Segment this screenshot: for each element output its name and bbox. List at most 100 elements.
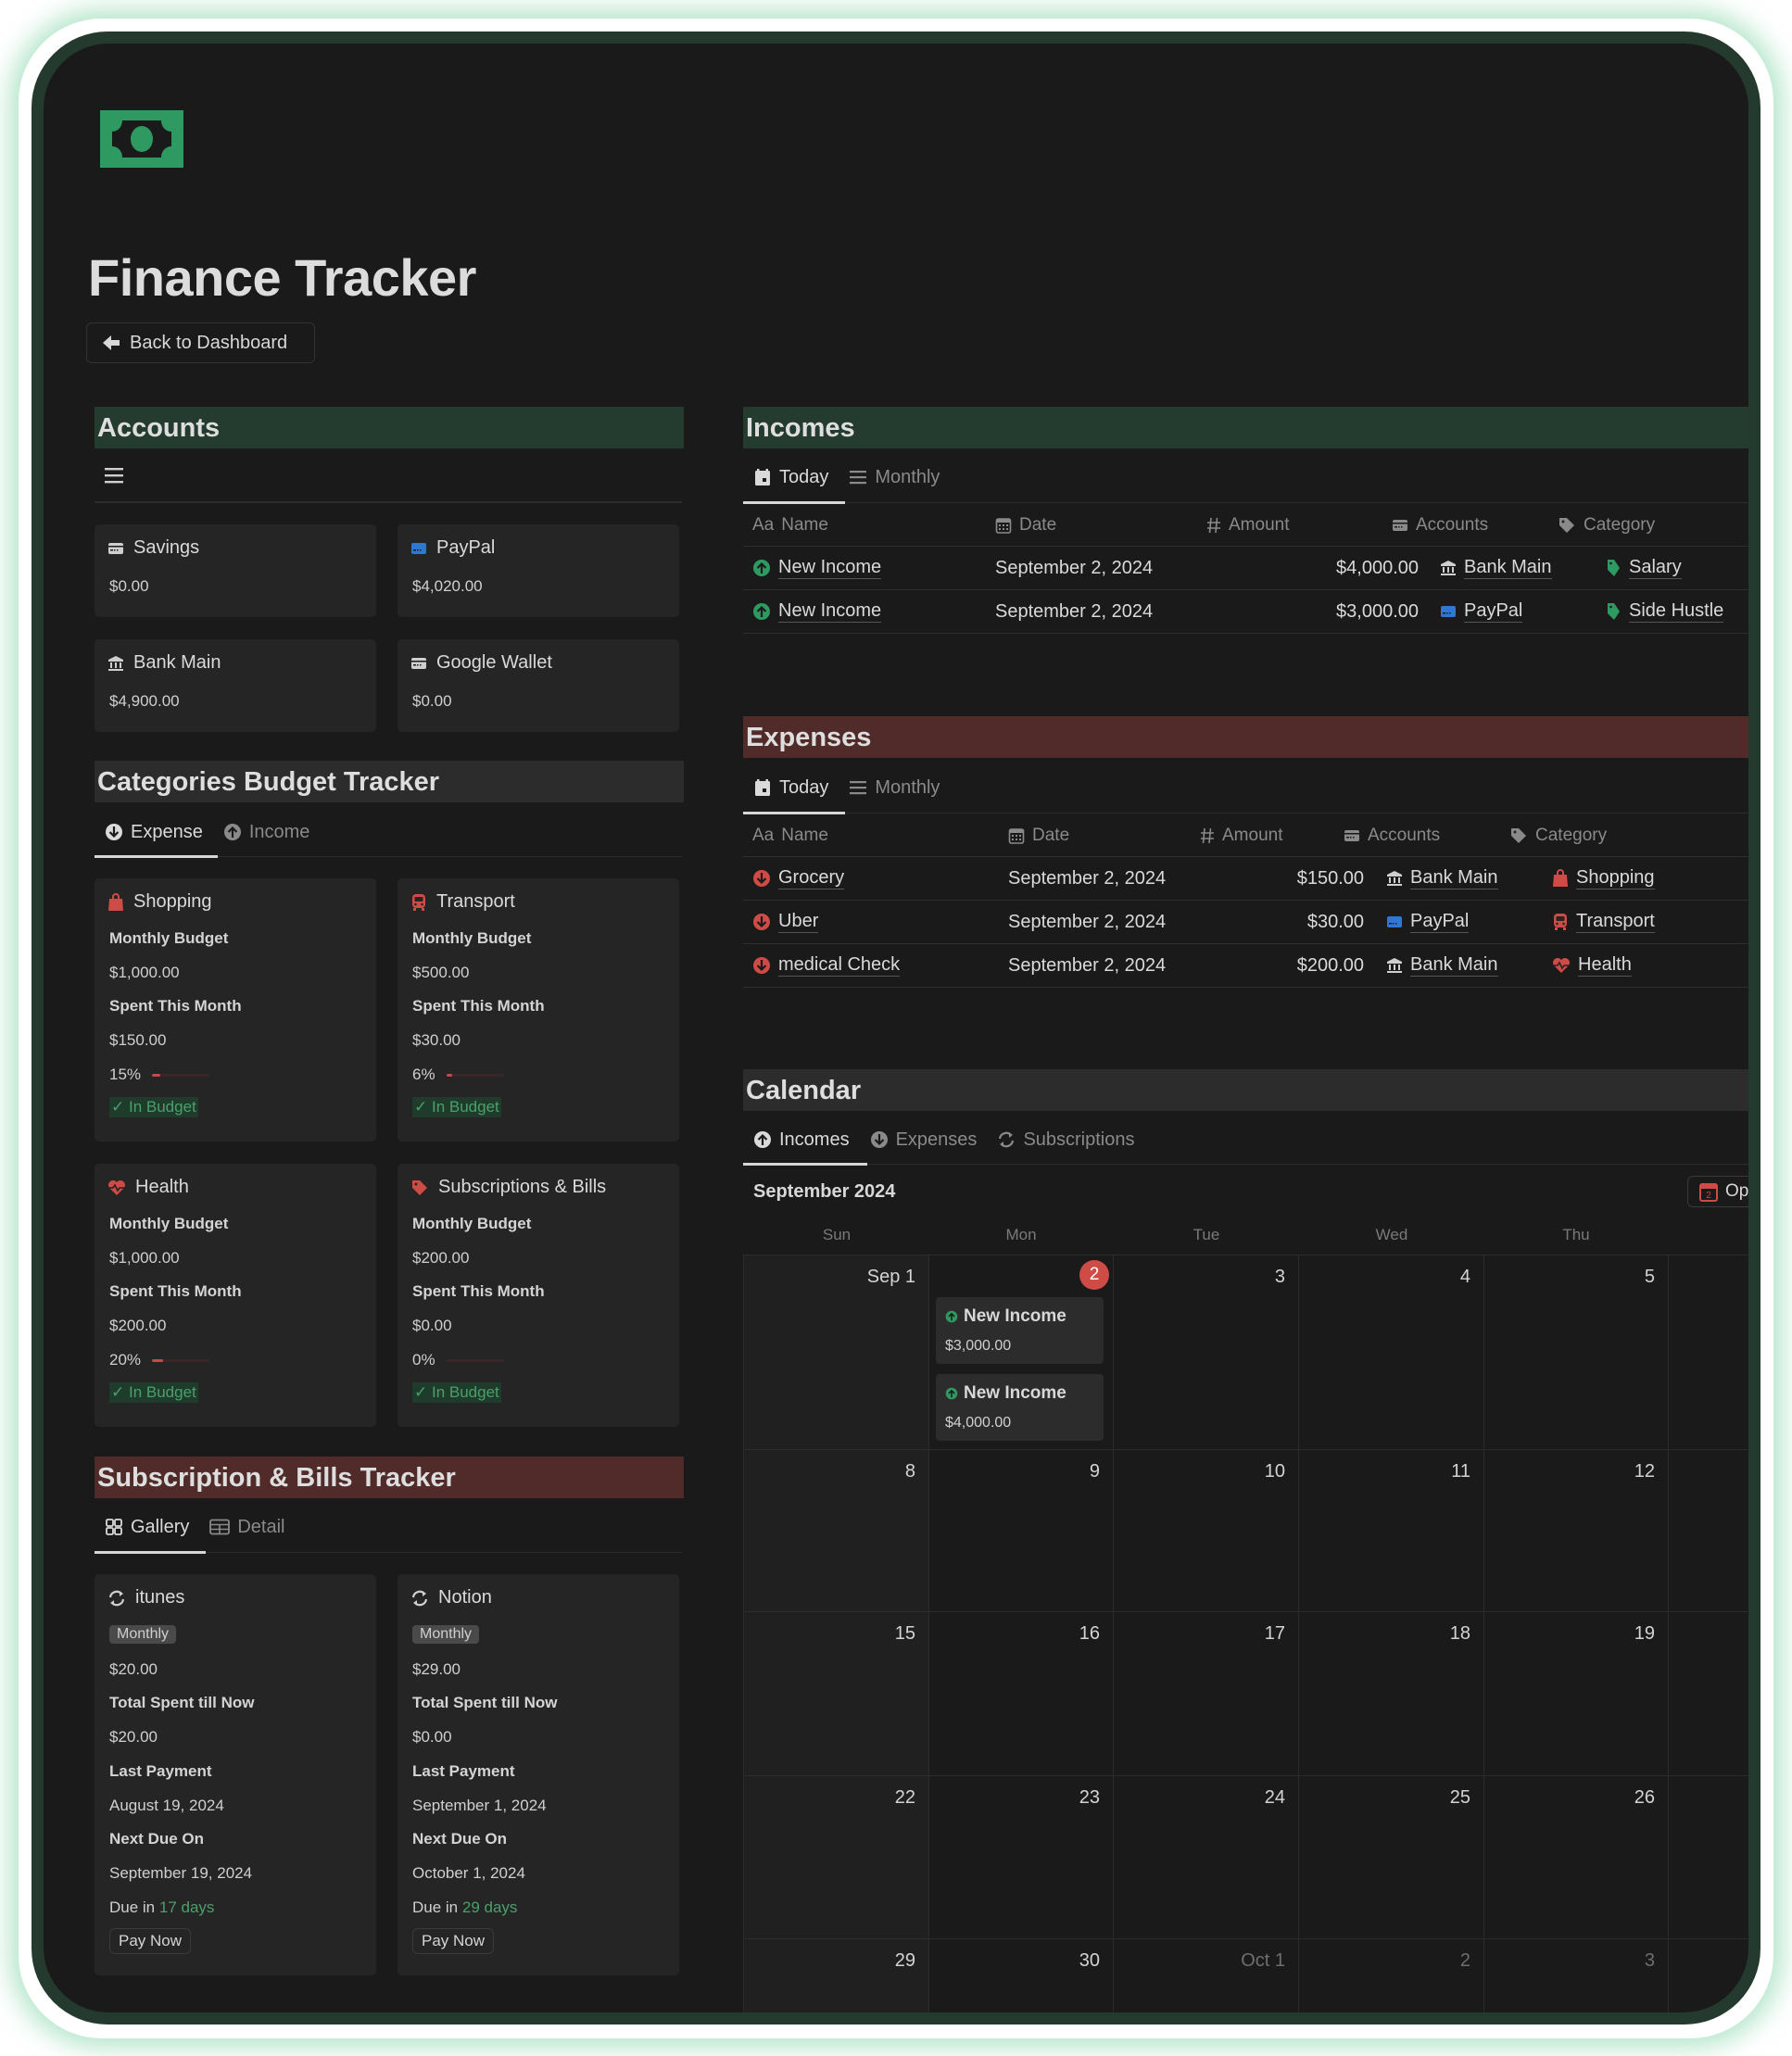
column-header-date[interactable]: Date <box>1008 814 1069 857</box>
calendar-day-cell[interactable]: 19 <box>1483 1612 1669 1776</box>
table-row[interactable]: Uber September 2, 2024 $30.00 PayPal Transpo… <box>743 901 1748 944</box>
expense-tab-monthly[interactable]: Monthly <box>849 777 940 799</box>
name-cell[interactable]: medical Check <box>752 944 901 987</box>
account-card[interactable]: Bank Main $4,900.00 <box>95 639 376 732</box>
account-cell[interactable]: Bank Main <box>1386 857 1498 900</box>
budget-tab-expense[interactable]: Expense <box>105 822 203 843</box>
calendar-day-cell[interactable]: Oct 1 <box>1114 1939 1299 2012</box>
calendar-tab-incomes[interactable]: Incomes <box>753 1129 850 1151</box>
table-row[interactable]: New Income September 2, 2024 $3,000.00 PayP… <box>743 590 1748 634</box>
calendar-day-cell[interactable]: 22 <box>744 1776 929 1939</box>
subscription-tab-detail[interactable]: Detail <box>209 1517 285 1538</box>
column-header-name[interactable]: Aa Name <box>752 814 828 857</box>
account-link[interactable]: Bank Main <box>1410 867 1498 889</box>
calendar-day-cell[interactable]: 23 <box>928 1776 1114 1939</box>
category-link[interactable]: Health <box>1578 954 1632 977</box>
budget-tab-income[interactable]: Income <box>223 822 309 843</box>
calendar-day-cell[interactable]: 24 <box>1114 1776 1299 1939</box>
calendar-day-cell[interactable]: 15 <box>744 1612 929 1776</box>
column-header-accounts[interactable]: Accounts <box>1392 504 1488 547</box>
calendar-day-cell[interactable]: 3 <box>1114 1255 1299 1450</box>
column-header-name[interactable]: Aa Name <box>752 504 828 547</box>
calendar-tab-expenses[interactable]: Expenses <box>870 1129 977 1151</box>
calendar-day-cell[interactable]: 9 <box>928 1450 1114 1612</box>
calendar-day-cell[interactable] <box>1669 1255 1748 1450</box>
calendar-day-cell[interactable]: 12 <box>1483 1450 1669 1612</box>
calendar-day-cell[interactable]: 2 New Income $3,000.00 New Income $4,000.00 <box>928 1255 1114 1450</box>
category-cell[interactable]: Health <box>1552 944 1632 987</box>
calendar-day-cell[interactable]: 8 <box>744 1450 929 1612</box>
category-cell[interactable]: Salary <box>1605 547 1682 589</box>
calendar-day-cell[interactable]: 2 <box>1299 1939 1484 2012</box>
calendar-day-cell[interactable]: Sep 1 <box>744 1255 929 1450</box>
calendar-event[interactable]: New Income $4,000.00 <box>936 1374 1104 1441</box>
calendar-day-cell[interactable]: 30 <box>928 1939 1114 2012</box>
calendar-day-cell[interactable]: 29 <box>744 1939 929 2012</box>
calendar-day-cell[interactable] <box>1669 1612 1748 1776</box>
calendar-day-cell[interactable] <box>1669 1776 1748 1939</box>
calendar-day-cell[interactable]: 18 <box>1299 1612 1484 1776</box>
account-card[interactable]: PayPal $4,020.00 <box>398 524 679 617</box>
account-cell[interactable]: PayPal <box>1440 590 1523 633</box>
column-header-date[interactable]: Date <box>995 504 1056 547</box>
category-cell[interactable]: Side Hustle <box>1605 590 1724 633</box>
pay-now-button[interactable]: Pay Now <box>412 1928 495 1954</box>
account-link[interactable]: PayPal <box>1410 911 1470 933</box>
category-link[interactable]: Transport <box>1576 911 1655 933</box>
column-header-amount[interactable]: Amount <box>1206 504 1289 547</box>
account-link[interactable]: Bank Main <box>1410 954 1498 977</box>
day-number: 16 <box>1079 1623 1100 1644</box>
subscription-card[interactable]: Notion Monthly $29.00 Total Spent till Now $… <box>398 1574 679 1975</box>
calendar-day-cell[interactable]: 5 <box>1483 1255 1669 1450</box>
list-view-button[interactable] <box>105 466 125 485</box>
calendar-day-cell[interactable]: 4 <box>1299 1255 1484 1450</box>
calendar-day-cell[interactable]: 25 <box>1299 1776 1484 1939</box>
budget-card[interactable]: Health Monthly Budget $1,000.00 Spent This … <box>95 1164 376 1427</box>
account-link[interactable]: PayPal <box>1464 600 1523 623</box>
table-row[interactable]: New Income September 2, 2024 $4,000.00 Bank… <box>743 547 1748 590</box>
column-header-amount[interactable]: Amount <box>1200 814 1282 857</box>
income-tab-today[interactable]: Today <box>753 467 828 488</box>
account-card[interactable]: Savings $0.00 <box>95 524 376 617</box>
calendar-day-cell[interactable] <box>1669 1939 1748 2012</box>
account-cell[interactable]: PayPal <box>1386 901 1470 943</box>
name-cell[interactable]: Grocery <box>752 857 845 900</box>
category-link[interactable]: Salary <box>1629 557 1682 579</box>
column-header-category[interactable]: Category <box>1558 504 1655 547</box>
column-header-accounts[interactable]: Accounts <box>1344 814 1440 857</box>
calendar-day-cell[interactable]: 17 <box>1114 1612 1299 1776</box>
category-link[interactable]: Side Hustle <box>1629 600 1724 623</box>
category-cell[interactable]: Shopping <box>1552 857 1655 900</box>
calendar-day-cell[interactable]: 16 <box>928 1612 1114 1776</box>
column-header-category[interactable]: Category <box>1509 814 1607 857</box>
account-link[interactable]: Bank Main <box>1464 557 1552 579</box>
subscription-card[interactable]: itunes Monthly $20.00 Total Spent till Now $… <box>95 1574 376 1975</box>
calendar-tab-subscriptions[interactable]: Subscriptions <box>997 1129 1135 1151</box>
open-in-calendar-button[interactable]: 2 Op <box>1687 1176 1748 1207</box>
calendar-day-cell[interactable]: 26 <box>1483 1776 1669 1939</box>
name-cell[interactable]: Uber <box>752 901 819 943</box>
category-cell[interactable]: Transport <box>1552 901 1655 943</box>
budget-card[interactable]: Subscriptions & Bills Monthly Budget $200.… <box>398 1164 679 1427</box>
back-to-dashboard-button[interactable]: Back to Dashboard <box>86 322 315 363</box>
subscription-tab-gallery[interactable]: Gallery <box>105 1517 189 1538</box>
calendar-day-cell[interactable] <box>1669 1450 1748 1612</box>
account-cell[interactable]: Bank Main <box>1386 944 1498 987</box>
banknote-icon <box>100 110 183 168</box>
pay-now-button[interactable]: Pay Now <box>109 1928 192 1954</box>
calendar-day-cell[interactable]: 11 <box>1299 1450 1484 1612</box>
table-row[interactable]: medical Check September 2, 2024 $200.00 Ban… <box>743 944 1748 988</box>
name-cell[interactable]: New Income <box>752 547 882 589</box>
calendar-event[interactable]: New Income $3,000.00 <box>936 1297 1104 1364</box>
budget-card[interactable]: Transport Monthly Budget $500.00 Spent This… <box>398 878 679 1142</box>
name-cell[interactable]: New Income <box>752 590 882 633</box>
calendar-day-cell[interactable]: 10 <box>1114 1450 1299 1612</box>
income-tab-monthly[interactable]: Monthly <box>849 467 940 488</box>
expense-tab-today[interactable]: Today <box>753 777 828 799</box>
account-card[interactable]: Google Wallet $0.00 <box>398 639 679 732</box>
category-link[interactable]: Shopping <box>1576 867 1655 889</box>
budget-card[interactable]: Shopping Monthly Budget $1,000.00 Spent Thi… <box>95 878 376 1142</box>
account-cell[interactable]: Bank Main <box>1440 547 1552 589</box>
calendar-day-cell[interactable]: 3 <box>1483 1939 1669 2012</box>
table-row[interactable]: Grocery September 2, 2024 $150.00 Bank Main… <box>743 857 1748 901</box>
